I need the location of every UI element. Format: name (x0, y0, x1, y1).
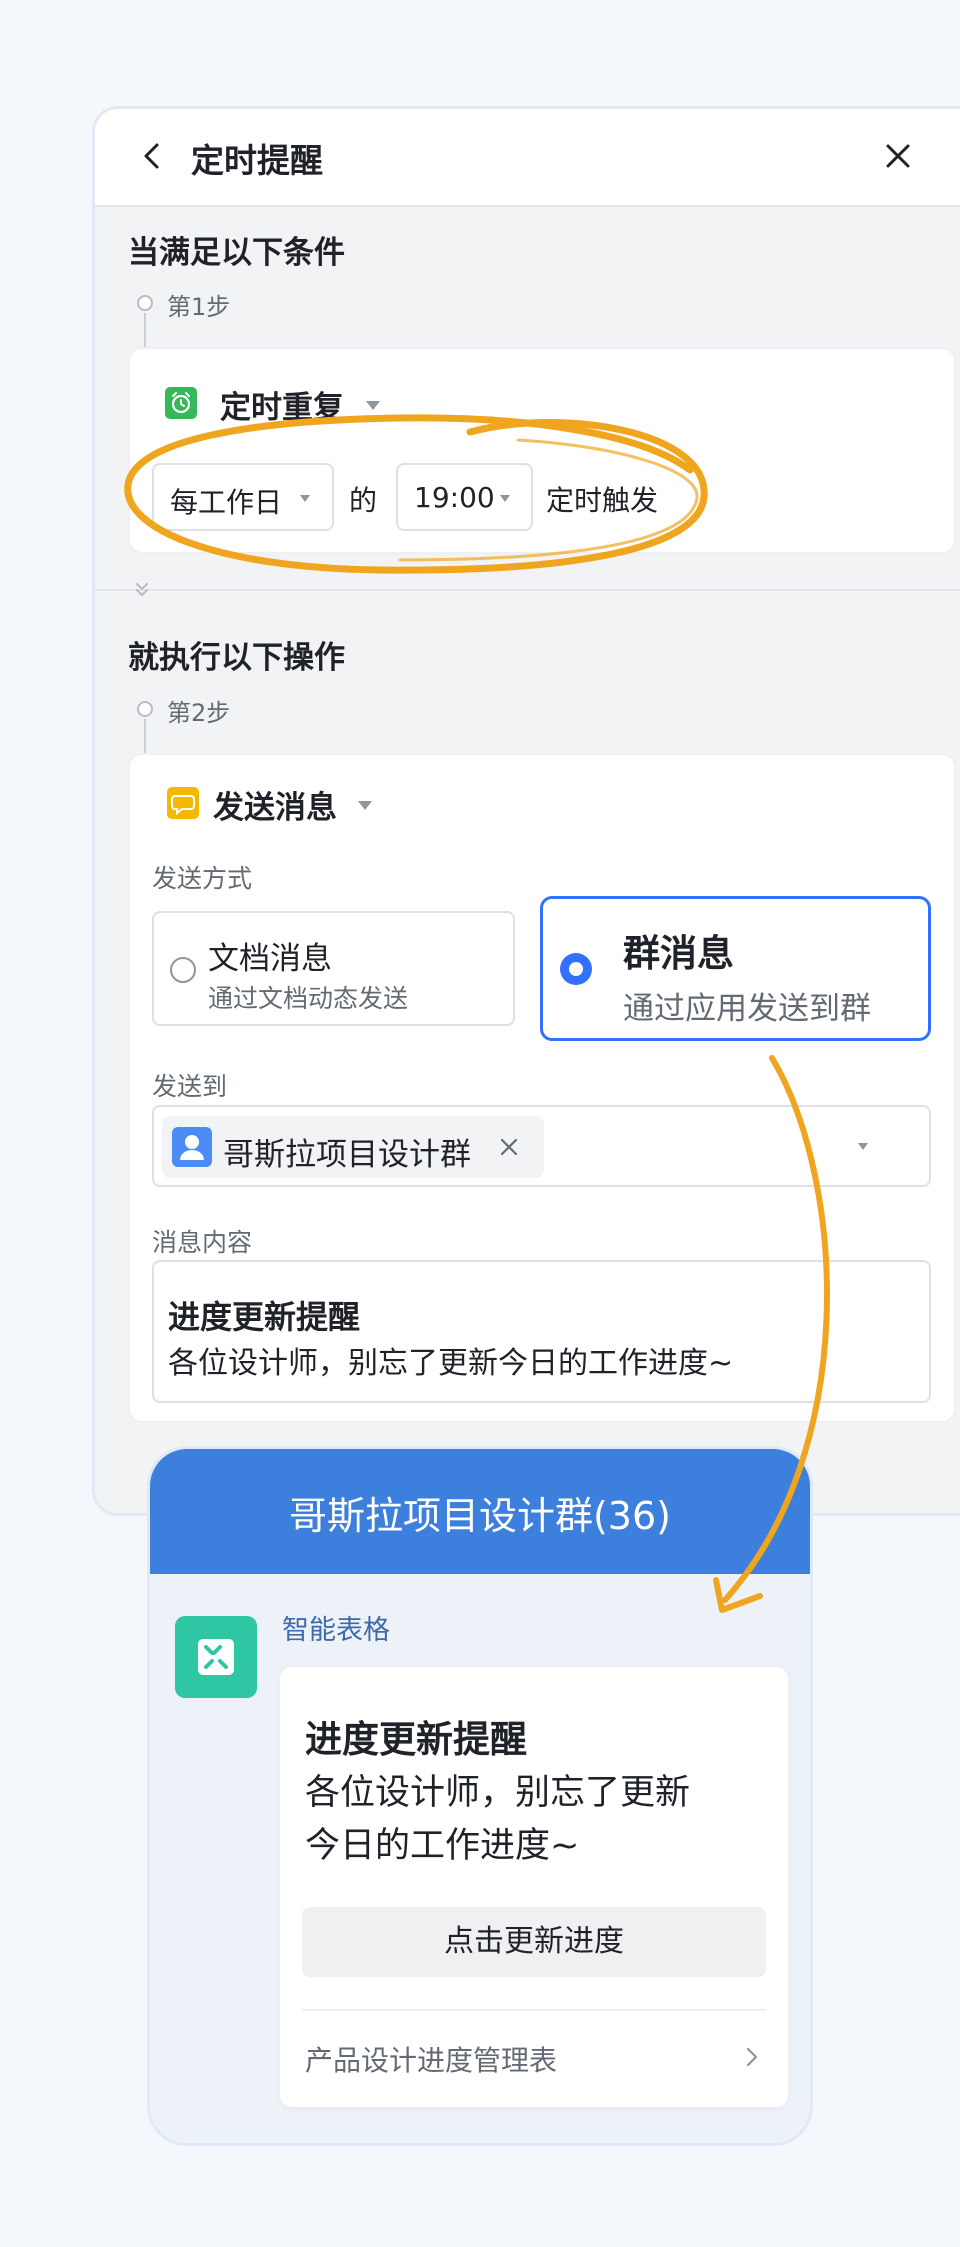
step-2-label: 第2步 (167, 699, 231, 727)
close-icon[interactable] (881, 139, 915, 173)
trigger-card: 定时重复 每工作日 的 19:00 定时触发 (128, 347, 956, 554)
trigger-section-title: 当满足以下条件 (128, 235, 345, 271)
time-value: 19:00 (414, 481, 495, 514)
trigger-type-title[interactable]: 定时重复 (220, 382, 344, 427)
method-option-group[interactable]: 群消息 通过应用发送到群 (540, 896, 931, 1041)
dropdown-caret-icon[interactable] (858, 1143, 868, 1150)
group-chat-preview: 哥斯拉项目设计群(36) 智能表格 进度更新提醒 各位设计师，别忘了更新 今日的… (147, 1446, 813, 2146)
connector-text: 的 (349, 484, 378, 517)
action-section-title: 就执行以下操作 (128, 640, 345, 676)
remove-icon[interactable] (498, 1136, 520, 1158)
time-select[interactable]: 19:00 (396, 463, 533, 531)
send-to-label: 发送到 (152, 1072, 228, 1101)
radio-button[interactable] (170, 957, 196, 983)
step-1-label: 第1步 (167, 293, 231, 321)
method-group-subtitle: 通过应用发送到群 (623, 991, 871, 1027)
content-title: 进度更新提醒 (168, 1298, 361, 1336)
sheet-link[interactable]: 产品设计进度管理表 (305, 2039, 557, 2079)
dropdown-caret-icon (500, 495, 510, 502)
update-progress-button[interactable]: 点击更新进度 (302, 1907, 766, 1977)
alarm-clock-icon (165, 387, 197, 419)
reminder-panel: 定时提醒 当满足以下条件 第1步 定时重复 每工作日 的 19:00 定时触发 (92, 106, 960, 1516)
bot-name: 智能表格 (282, 1615, 390, 1646)
dropdown-caret-icon[interactable] (366, 401, 380, 410)
content-textarea[interactable]: 进度更新提醒 各位设计师，别忘了更新今日的工作进度~ (152, 1260, 931, 1403)
content-label: 消息内容 (152, 1228, 253, 1257)
chat-bubble-icon (167, 787, 199, 819)
method-doc-subtitle: 通过文档动态发送 (208, 984, 409, 1013)
grid-app-icon (175, 1616, 257, 1698)
method-option-doc[interactable]: 文档消息 通过文档动态发送 (152, 911, 515, 1026)
trigger-suffix: 定时触发 (546, 484, 659, 517)
method-doc-title: 文档消息 (208, 941, 332, 977)
group-chip: 哥斯拉项目设计群 (162, 1116, 544, 1178)
chat-body: 智能表格 进度更新提醒 各位设计师，别忘了更新 今日的工作进度~ 点击更新进度 … (150, 1574, 810, 2143)
double-chevron-down-icon (136, 583, 148, 597)
step-1-dot (137, 295, 153, 311)
send-to-select[interactable]: 哥斯拉项目设计群 (152, 1105, 931, 1187)
action-card: 发送消息 发送方式 文档消息 通过文档动态发送 群消息 通过应用发送到群 发送到 (128, 753, 956, 1423)
back-icon[interactable] (135, 139, 169, 173)
content-body: 各位设计师，别忘了更新今日的工作进度~ (168, 1346, 734, 1381)
user-avatar-icon (172, 1127, 212, 1167)
message-line-2: 今日的工作进度~ (305, 1826, 580, 1866)
panel-title: 定时提醒 (191, 141, 323, 180)
frequency-select[interactable]: 每工作日 (152, 463, 334, 531)
dropdown-caret-icon[interactable] (358, 801, 372, 810)
group-chip-label: 哥斯拉项目设计群 (223, 1137, 471, 1173)
message-card: 进度更新提醒 各位设计师，别忘了更新 今日的工作进度~ 点击更新进度 产品设计进… (280, 1667, 788, 2107)
frequency-value: 每工作日 (170, 486, 283, 519)
step-2-dot (137, 701, 153, 717)
method-label: 发送方式 (152, 864, 253, 893)
panel-header: 定时提醒 (95, 109, 960, 207)
message-divider (302, 2009, 766, 2011)
message-title: 进度更新提醒 (305, 1718, 527, 1761)
section-divider (95, 589, 960, 591)
group-header: 哥斯拉项目设计群(36) (150, 1449, 810, 1574)
message-line-1: 各位设计师，别忘了更新 (305, 1773, 691, 1813)
dropdown-caret-icon (300, 495, 310, 502)
group-title: 哥斯拉项目设计群(36) (288, 1494, 671, 1538)
action-type-title[interactable]: 发送消息 (213, 782, 337, 827)
chevron-right-icon[interactable] (742, 2045, 762, 2069)
radio-button-selected[interactable] (560, 953, 592, 985)
method-group-title: 群消息 (623, 932, 734, 975)
